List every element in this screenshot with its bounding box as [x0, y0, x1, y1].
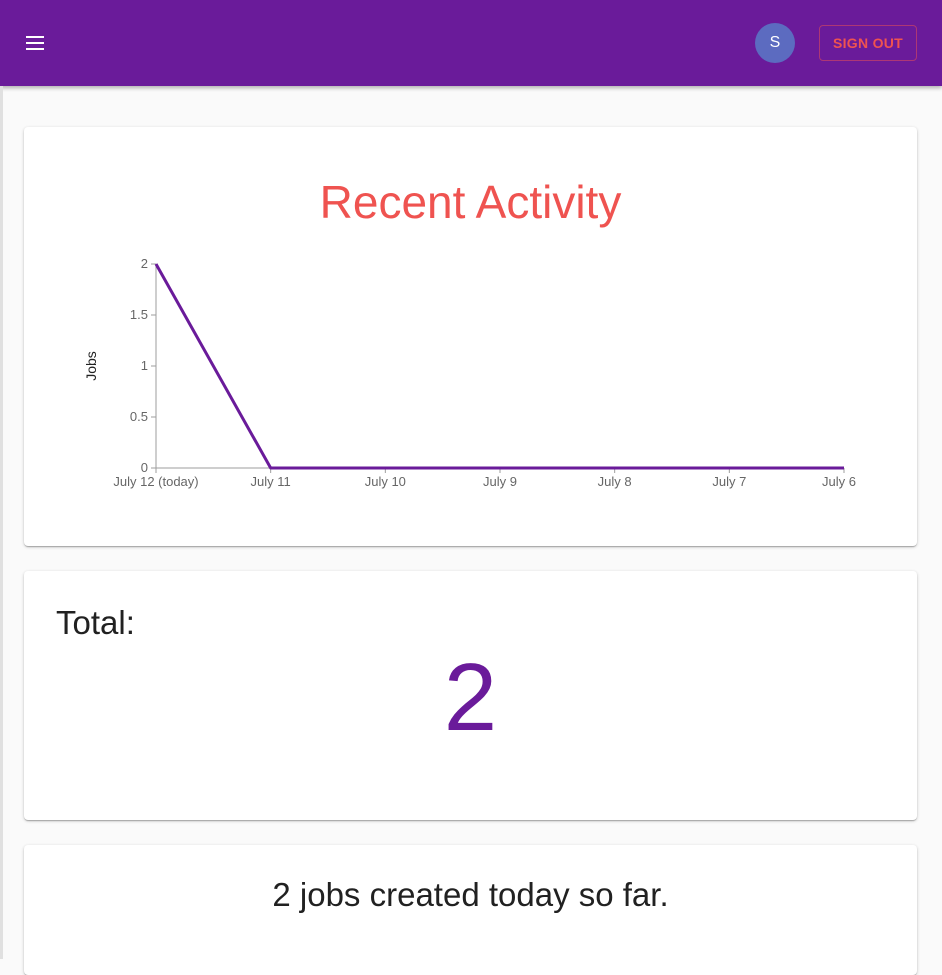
- x-tick-label: July 6: [822, 474, 856, 489]
- total-label: Total:: [56, 604, 135, 641]
- total-value: 2: [443, 644, 498, 751]
- x-tick-label: July 12 (today): [113, 474, 198, 489]
- avatar[interactable]: S: [755, 23, 795, 63]
- today-summary: 2 jobs created today so far.: [272, 876, 669, 913]
- recent-activity-card: Recent Activity 0 0.5 1 1.5 2 July 12 (today)…: [24, 127, 917, 546]
- y-axis-label: Jobs: [83, 351, 99, 381]
- series-line: [154, 263, 844, 470]
- y-tick-label: 0.5: [130, 409, 148, 424]
- total-card: Total: 2: [24, 571, 917, 820]
- activity-chart: 0 0.5 1 1.5 2 July 12 (today) July 11 July 10 Ju…: [83, 256, 856, 489]
- side-divider: [0, 86, 3, 959]
- y-tick-label: 1: [141, 358, 148, 373]
- y-tick-label: 0: [141, 460, 148, 475]
- menu-button[interactable]: [18, 25, 54, 61]
- sign-out-button[interactable]: SIGN OUT: [819, 25, 917, 61]
- x-tick-label: July 8: [598, 474, 632, 489]
- y-tick-label: 1.5: [130, 307, 148, 322]
- y-tick-label: 2: [141, 256, 148, 271]
- app-bar: S SIGN OUT: [0, 0, 942, 86]
- x-tick-label: July 9: [483, 474, 517, 489]
- x-tick-label: July 11: [251, 474, 291, 489]
- x-tick-label: July 10: [365, 474, 406, 489]
- x-tick-label: July 7: [712, 474, 746, 489]
- today-card: 2 jobs created today so far.: [24, 845, 917, 975]
